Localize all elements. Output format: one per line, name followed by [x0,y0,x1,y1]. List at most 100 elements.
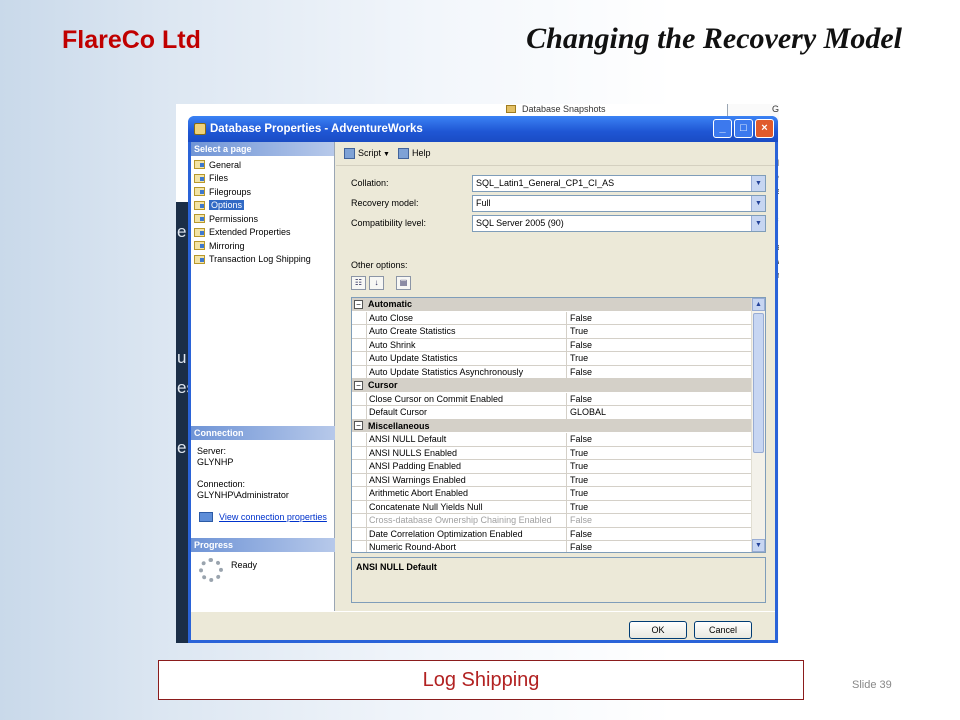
progress-status: Ready [231,560,258,570]
page-item-filegroups[interactable]: Filegroups [194,185,334,199]
category-cursor[interactable]: − Cursor [352,379,753,393]
property-row[interactable]: Default Cursor GLOBAL [352,406,753,420]
property-value[interactable]: True [567,501,753,514]
property-row[interactable]: Auto Create Statistics True [352,325,753,339]
scroll-thumb[interactable] [753,313,764,453]
property-row[interactable]: Date Correlation Optimization Enabled Fal… [352,527,753,541]
recovery-model-select[interactable]: Full ▼ [472,195,766,212]
recovery-model-value: Full [476,198,491,208]
page-item-label: Permissions [209,213,259,224]
bg-fragment: e [177,438,187,457]
page-icon [194,214,205,224]
property-row[interactable]: ANSI Padding Enabled True [352,460,753,474]
page-item-permissions[interactable]: Permissions [194,212,334,226]
property-row[interactable]: ANSI Warnings Enabled True [352,473,753,487]
property-value[interactable]: True [567,474,753,487]
screenshot-area: Database Snapshots e u es e G el le es o… [176,104,779,643]
property-pages-icon[interactable]: ▤ [396,276,411,290]
property-row[interactable]: Arithmetic Abort Enabled True [352,487,753,501]
property-name: ANSI NULLS Enabled [366,446,567,459]
property-value[interactable]: False [567,339,753,352]
property-value[interactable]: False [567,541,753,552]
dialog-button-bar: OK Cancel [191,611,775,640]
page-item-extended-properties[interactable]: Extended Properties [194,226,334,240]
page-icon [194,187,205,197]
property-row[interactable]: Concatenate Null Yields Null True [352,500,753,514]
category-miscellaneous[interactable]: − Miscellaneous [352,419,753,433]
page-item-mirroring[interactable]: Mirroring [194,239,334,253]
bg-fragment: u [177,348,187,367]
property-row[interactable]: Close Cursor on Commit Enabled False [352,392,753,406]
collation-label: Collation: [351,178,389,188]
property-row[interactable]: ANSI NULL Default False [352,433,753,447]
property-name: Numeric Round-Abort [366,541,567,552]
connection-label: Connection: [197,479,246,489]
property-value[interactable]: False [567,528,753,541]
scroll-up-icon[interactable]: ▲ [752,298,765,311]
page-item-options[interactable]: Options [194,199,334,213]
chevron-down-icon[interactable]: ▼ [751,176,765,191]
property-row[interactable]: Auto Update Statistics Asynchronously Fal… [352,365,753,379]
help-button[interactable]: Help [397,148,430,160]
other-options-label: Other options: [351,260,408,270]
grid-scrollbar[interactable]: ▲ ▼ [751,298,765,552]
chevron-down-icon[interactable]: ▼ [751,216,765,231]
toolbar: Script ▼ Help [336,142,775,166]
property-value[interactable]: False [567,366,753,379]
property-row[interactable]: ANSI NULLS Enabled True [352,446,753,460]
cancel-button[interactable]: Cancel [694,621,752,639]
property-name: Auto Update Statistics [366,352,567,365]
property-name: Close Cursor on Commit Enabled [366,392,567,405]
categorized-icon[interactable]: ☷ [351,276,366,290]
collapse-icon[interactable]: − [354,380,363,390]
compatibility-select[interactable]: SQL Server 2005 (90) ▼ [472,215,766,232]
alphabetical-sort-icon[interactable]: ↓ [369,276,384,290]
property-row[interactable]: Numeric Round-Abort False [352,541,753,552]
chevron-down-icon[interactable]: ▼ [751,196,765,211]
scroll-down-icon[interactable]: ▼ [752,539,765,552]
collation-select[interactable]: SQL_Latin1_General_CP1_CI_AS ▼ [472,175,766,192]
recovery-model-row: Recovery model: Full ▼ [351,195,766,212]
property-value[interactable]: False [567,433,753,446]
page-item-label: General [209,159,242,170]
property-name: Arithmetic Abort Enabled [366,487,567,500]
page-icon [194,254,205,264]
property-value[interactable]: True [567,460,753,473]
page-icon [194,241,205,251]
property-value[interactable]: GLOBAL [567,406,753,419]
property-value[interactable]: True [567,352,753,365]
property-value[interactable]: False [567,393,753,406]
property-value[interactable]: True [567,325,753,338]
property-value[interactable]: True [567,447,753,460]
view-connection-label: View connection properties [219,512,327,522]
database-properties-window: Database Properties - AdventureWorks _ □… [188,116,778,643]
property-value[interactable]: True [567,487,753,500]
property-row[interactable]: Cross-database Ownership Chaining Enable… [352,514,753,528]
minimize-button[interactable]: _ [713,119,732,138]
collapse-icon[interactable]: − [354,421,363,431]
help-icon [397,148,409,160]
ok-button[interactable]: OK [629,621,687,639]
script-button[interactable]: Script ▼ [344,148,390,160]
page-item-general[interactable]: General [194,158,334,172]
window-titlebar[interactable]: Database Properties - AdventureWorks _ □… [188,116,778,142]
collapse-icon[interactable]: − [354,299,363,309]
property-row[interactable]: Auto Shrink False [352,338,753,352]
page-item-transaction-log-shipping[interactable]: Transaction Log Shipping [194,253,334,267]
chevron-down-icon[interactable]: ▼ [383,151,390,158]
property-value[interactable]: False [567,514,753,527]
maximize-button[interactable]: □ [734,119,753,138]
compatibility-row: Compatibility level: SQL Server 2005 (90… [351,215,766,232]
property-row[interactable]: Auto Update Statistics True [352,352,753,366]
property-row[interactable]: Auto Close False [352,311,753,325]
slide-number: Slide 39 [852,679,892,691]
property-name: Auto Update Statistics Asynchronously [366,365,567,378]
background-tree-label: Database Snapshots [522,104,606,114]
close-button[interactable]: × [755,119,774,138]
view-connection-properties-link[interactable]: View connection properties [199,512,327,522]
property-value[interactable]: False [567,312,753,325]
category-automatic[interactable]: − Automatic [352,298,753,312]
bg-fragment: G [772,104,779,114]
page-item-label: Mirroring [209,240,245,251]
page-item-files[interactable]: Files [194,172,334,186]
